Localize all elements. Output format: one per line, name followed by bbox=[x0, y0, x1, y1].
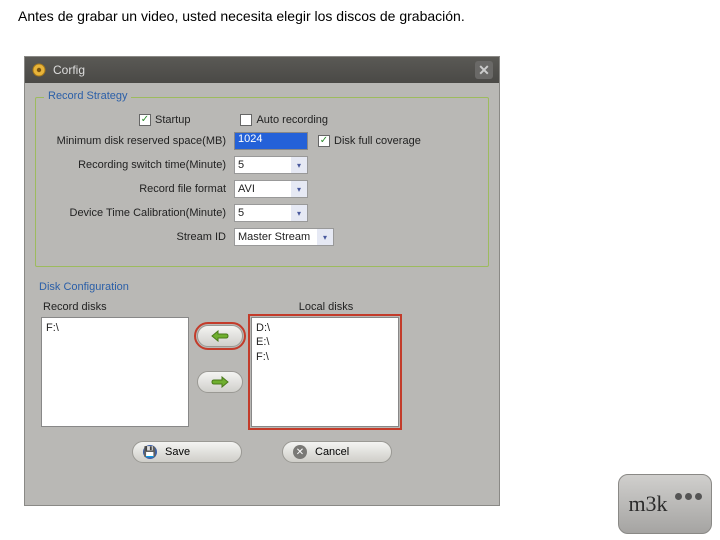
file-format-select[interactable]: AVI ▾ bbox=[234, 180, 308, 198]
gear-icon bbox=[31, 62, 47, 78]
file-format-label: Record file format bbox=[44, 183, 234, 195]
stream-id-label: Stream ID bbox=[44, 231, 234, 243]
save-button[interactable]: 💾 Save bbox=[132, 441, 242, 463]
cancel-icon: ✕ bbox=[293, 445, 307, 459]
list-item[interactable]: D:\ bbox=[256, 321, 394, 335]
auto-recording-label: Auto recording bbox=[256, 114, 328, 126]
save-icon: 💾 bbox=[143, 445, 157, 459]
save-label: Save bbox=[165, 446, 190, 458]
startup-checkbox[interactable]: ✓ Startup bbox=[139, 114, 190, 126]
disk-config-section: Disk Configuration Record disks F:\ Loca… bbox=[35, 279, 489, 427]
chevron-down-icon: ▾ bbox=[291, 157, 307, 173]
cancel-label: Cancel bbox=[315, 446, 349, 458]
list-item[interactable]: F:\ bbox=[46, 321, 184, 335]
chevron-down-icon: ▾ bbox=[291, 181, 307, 197]
record-disks-label: Record disks bbox=[41, 301, 189, 313]
arrow-right-icon bbox=[210, 376, 230, 388]
title-bar: Corfig ✕ bbox=[25, 57, 499, 83]
record-strategy-fieldset: Record Strategy ✓ Startup Auto recording… bbox=[35, 97, 489, 267]
startup-label: Startup bbox=[155, 114, 190, 126]
stream-id-value: Master Stream bbox=[238, 231, 310, 243]
dialog-title: Corfig bbox=[53, 63, 85, 77]
cancel-button[interactable]: ✕ Cancel bbox=[282, 441, 392, 463]
calibration-label: Device Time Calibration(Minute) bbox=[44, 207, 234, 219]
switch-time-select[interactable]: 5 ▾ bbox=[234, 156, 308, 174]
record-disks-list[interactable]: F:\ bbox=[41, 317, 189, 427]
file-format-value: AVI bbox=[238, 183, 255, 195]
list-item[interactable]: F:\ bbox=[256, 350, 394, 364]
calibration-value: 5 bbox=[238, 207, 244, 219]
local-disks-label: Local disks bbox=[251, 301, 399, 313]
calibration-select[interactable]: 5 ▾ bbox=[234, 204, 308, 222]
switch-time-value: 5 bbox=[238, 159, 244, 171]
min-disk-label: Minimum disk reserved space(MB) bbox=[44, 135, 234, 147]
local-disks-list[interactable]: D:\E:\F:\ bbox=[251, 317, 399, 427]
disk-full-label: Disk full coverage bbox=[334, 135, 421, 147]
stream-id-select[interactable]: Master Stream ▾ bbox=[234, 228, 334, 246]
switch-time-label: Recording switch time(Minute) bbox=[44, 159, 234, 171]
chevron-down-icon: ▾ bbox=[291, 205, 307, 221]
disk-config-legend: Disk Configuration bbox=[35, 279, 489, 301]
m3k-logo: m3k bbox=[618, 474, 712, 534]
list-item[interactable]: E:\ bbox=[256, 335, 394, 349]
instruction-text: Antes de grabar un video, usted necesita… bbox=[0, 0, 720, 34]
record-strategy-legend: Record Strategy bbox=[44, 90, 131, 102]
move-left-button[interactable] bbox=[197, 325, 243, 347]
min-disk-input[interactable]: 1024 bbox=[234, 132, 308, 150]
config-dialog: Corfig ✕ Record Strategy ✓ Startup Auto … bbox=[24, 56, 500, 506]
close-button[interactable]: ✕ bbox=[475, 61, 493, 79]
arrow-left-icon bbox=[210, 330, 230, 342]
auto-recording-checkbox[interactable]: Auto recording bbox=[240, 114, 328, 126]
disk-full-checkbox[interactable]: ✓ bbox=[318, 135, 330, 147]
move-right-button[interactable] bbox=[197, 371, 243, 393]
logo-text: m3k bbox=[628, 491, 667, 517]
chevron-down-icon: ▾ bbox=[317, 229, 333, 245]
